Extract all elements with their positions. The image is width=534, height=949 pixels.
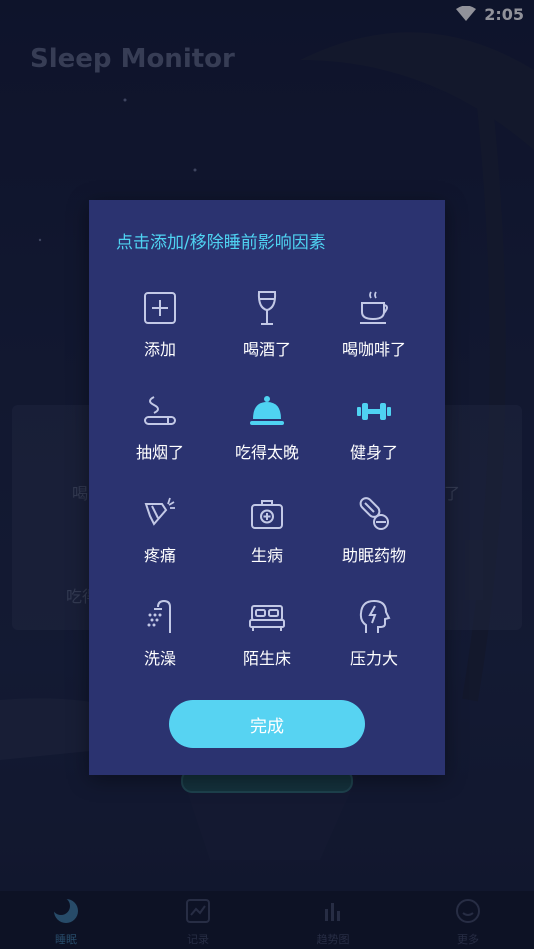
bed-icon	[249, 605, 285, 631]
factor-label: 洗澡	[143, 649, 176, 668]
stress-head-icon	[359, 599, 391, 633]
factor-sick[interactable]: 生病	[212, 494, 322, 566]
factor-label: 喝咖啡了	[341, 340, 406, 359]
dialog-title: 点击添加/移除睡前影响因素	[116, 233, 326, 253]
done-button[interactable]: 完成	[169, 700, 365, 748]
smoking-icon	[144, 396, 176, 425]
factor-label: 压力大	[349, 649, 398, 668]
factor-label: 陌生床	[242, 649, 291, 668]
shower-icon	[147, 599, 171, 633]
pills-icon	[359, 497, 389, 530]
factor-late-meal[interactable]: 吃得太晚	[212, 391, 322, 463]
wine-glass-icon	[257, 291, 277, 325]
factor-strange-bed[interactable]: 陌生床	[212, 597, 322, 669]
pain-icon	[144, 497, 175, 526]
factor-label: 助眠药物	[341, 546, 406, 565]
factor-label: 健身了	[349, 443, 398, 462]
factor-stress[interactable]: 压力大	[319, 597, 429, 669]
dumbbell-icon	[357, 403, 391, 420]
factor-sleep-medication[interactable]: 助眠药物	[319, 494, 429, 566]
factor-label: 抽烟了	[135, 443, 184, 462]
factor-pain[interactable]: 疼痛	[105, 494, 215, 566]
coffee-cup-icon	[360, 291, 388, 324]
factor-shower[interactable]: 洗澡	[105, 597, 215, 669]
factor-alcohol[interactable]: 喝酒了	[212, 288, 322, 360]
factor-coffee[interactable]: 喝咖啡了	[319, 288, 429, 360]
plus-box-icon	[144, 292, 176, 324]
factor-smoking[interactable]: 抽烟了	[105, 391, 215, 463]
factor-exercise[interactable]: 健身了	[319, 391, 429, 463]
factor-label: 疼痛	[143, 546, 176, 565]
factor-label: 添加	[143, 340, 176, 359]
factor-label: 生病	[250, 546, 283, 565]
factors-dialog: 点击添加/移除睡前影响因素 添加 喝酒了 喝咖啡了 抽烟了 吃得太晚 健身了 疼…	[89, 200, 445, 775]
factor-label: 喝酒了	[242, 340, 291, 359]
first-aid-kit-icon	[251, 500, 283, 529]
food-cloche-icon	[250, 396, 284, 425]
factor-add[interactable]: 添加	[105, 288, 215, 360]
factor-label: 吃得太晚	[234, 443, 299, 462]
